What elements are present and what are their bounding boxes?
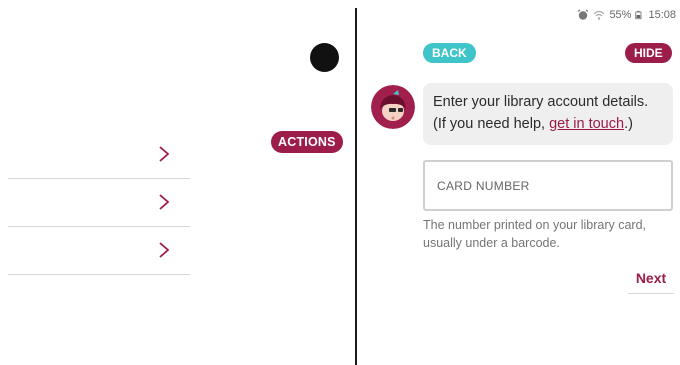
alarm-icon: [578, 9, 589, 20]
actions-button[interactable]: ACTIONS: [271, 131, 343, 153]
next-button[interactable]: Next: [628, 268, 674, 294]
get-in-touch-link[interactable]: get in touch: [549, 116, 624, 132]
card-number-input[interactable]: [423, 160, 673, 211]
status-bar: 55% 15:08: [577, 7, 676, 23]
message-bubble: Enter your library account details. (If …: [423, 83, 673, 145]
wifi-icon: [594, 10, 605, 20]
card-help-text: The number printed on your library card,…: [423, 218, 647, 250]
list-item[interactable]: [8, 179, 190, 227]
right-pane: 55% 15:08 BACK HIDE Enter your library a…: [357, 0, 680, 365]
chevron-right-icon: [159, 146, 170, 162]
chevron-right-icon: [159, 242, 170, 258]
battery-icon: [635, 10, 642, 20]
clock-time: 15:08: [648, 9, 676, 21]
message-end: .): [624, 116, 633, 132]
list-item[interactable]: [8, 131, 190, 179]
hide-button[interactable]: HIDE: [625, 43, 672, 63]
librarian-avatar-icon: [371, 85, 415, 129]
avatar: [371, 85, 415, 129]
left-pane: ACTIONS: [0, 0, 355, 365]
battery-percent: 55%: [609, 9, 632, 21]
back-button[interactable]: BACK: [423, 43, 476, 63]
black-dot[interactable]: [310, 43, 339, 72]
list-item[interactable]: [8, 227, 190, 275]
chevron-right-icon: [159, 194, 170, 210]
